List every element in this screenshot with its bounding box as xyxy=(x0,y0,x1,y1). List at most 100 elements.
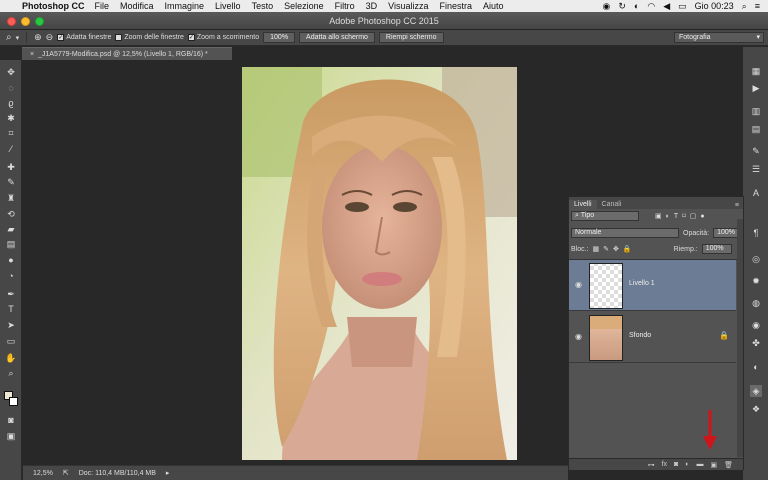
menu-visualizza[interactable]: Visualizza xyxy=(388,1,428,11)
brush-presets-icon[interactable]: ✎ xyxy=(750,145,762,157)
layers-scrollbar[interactable] xyxy=(737,219,743,457)
notification-icon[interactable]: ◐ xyxy=(634,1,639,11)
workspace-select[interactable]: Fotografia ▾ xyxy=(674,32,764,43)
path-selection-tool-icon[interactable]: ➤ xyxy=(5,319,17,331)
sync-icon[interactable]: ↻ xyxy=(618,1,626,12)
menu-file[interactable]: File xyxy=(95,1,110,11)
panel-menu-icon[interactable]: ≡ xyxy=(735,202,743,209)
actions-play-icon[interactable]: ▶ xyxy=(750,82,762,94)
layer-name[interactable]: Sfondo xyxy=(629,332,651,339)
fill-screen-button[interactable]: Riempi schermo xyxy=(378,32,444,43)
quick-selection-tool-icon[interactable]: ✱ xyxy=(5,112,17,124)
menu-modifica[interactable]: Modifica xyxy=(120,1,154,11)
tab-canali[interactable]: Canali xyxy=(597,200,627,209)
clone-source-icon[interactable]: ✤ xyxy=(750,337,762,349)
menu-filtro[interactable]: Filtro xyxy=(335,1,355,11)
layer-row-sfondo[interactable]: ◉ Sfondo 🔒 xyxy=(569,312,736,363)
fit-screen-button[interactable]: Adatta allo schermo xyxy=(299,32,375,43)
volume-icon[interactable]: ◀ xyxy=(663,1,670,12)
rectangle-tool-icon[interactable]: ▭ xyxy=(5,335,17,347)
layer-row-livello-1[interactable]: ◉ Livello 1 xyxy=(569,260,736,311)
info-icon[interactable]: ▥ xyxy=(750,105,762,117)
scrubby-zoom-checkbox[interactable]: ✓ Zoom a scorrimento xyxy=(187,34,259,41)
document-size-info[interactable]: Doc: 110,4 MB/110,4 MB xyxy=(79,470,156,477)
menu-3d[interactable]: 3D xyxy=(366,1,378,11)
blend-mode-select[interactable]: Normale xyxy=(571,228,679,238)
minimize-window-button[interactable] xyxy=(21,17,30,26)
filter-toggle-icon[interactable]: ● xyxy=(700,213,704,220)
zoom-in-icon[interactable]: ⊕ xyxy=(34,32,42,43)
adjustments-icon[interactable]: ▤ xyxy=(750,123,762,135)
character-icon[interactable]: A xyxy=(750,187,762,199)
blur-tool-icon[interactable]: ● xyxy=(5,254,17,266)
quick-mask-icon[interactable]: ◙ xyxy=(5,414,17,426)
layer-name[interactable]: Livello 1 xyxy=(629,280,655,287)
new-layer-icon[interactable]: ▣ xyxy=(710,461,717,469)
lock-transparent-icon[interactable]: ▦ xyxy=(593,245,600,253)
move-tool-icon[interactable]: ✥ xyxy=(5,66,17,78)
clone-stamp-tool-icon[interactable]: ♜ xyxy=(5,192,17,204)
fit-windows-checkbox[interactable]: ✓ Adatta finestre xyxy=(57,34,111,41)
layer-style-fx-icon[interactable]: fx xyxy=(662,461,667,468)
properties-icon[interactable]: ☰ xyxy=(750,163,762,175)
close-tab-icon[interactable]: × xyxy=(30,51,34,58)
link-layers-icon[interactable]: ⊶ xyxy=(648,461,655,469)
delete-layer-icon[interactable]: 🗑 xyxy=(724,461,733,469)
color-icon[interactable]: ◍ xyxy=(750,297,762,309)
crop-tool-icon[interactable]: ⌗ xyxy=(5,127,17,139)
add-mask-icon[interactable]: ◙ xyxy=(674,461,678,468)
marquee-tool-icon[interactable]: ◌ xyxy=(5,82,17,94)
zoom-out-icon[interactable]: ⊖ xyxy=(46,32,54,43)
healing-brush-tool-icon[interactable]: ✚ xyxy=(5,161,17,173)
visibility-eye-icon[interactable]: ◉ xyxy=(575,281,585,289)
channels-icon[interactable]: ❖ xyxy=(750,403,762,415)
eraser-tool-icon[interactable]: ▰ xyxy=(5,223,17,235)
gradient-tool-icon[interactable]: ▤ xyxy=(5,238,17,250)
battery-icon[interactable]: ▭ xyxy=(678,1,687,12)
zoom-level[interactable]: 12,5% xyxy=(33,470,53,477)
share-icon[interactable]: ⇱ xyxy=(63,469,69,477)
swatches-icon[interactable]: ◎ xyxy=(750,253,762,265)
document-tab[interactable]: × _J1A5779-Modifica.psd @ 12,5% (Livello… xyxy=(22,47,232,60)
histogram-icon[interactable]: ▦ xyxy=(750,65,762,77)
filter-smart-object-icon[interactable]: ▢ xyxy=(690,212,697,220)
menu-list-icon[interactable]: ≡ xyxy=(755,1,760,11)
dodge-tool-icon[interactable]: ◔ xyxy=(5,270,17,282)
zoom-window-button[interactable] xyxy=(35,17,44,26)
clock[interactable]: Gio 00:23 xyxy=(695,1,734,11)
eyedropper-tool-icon[interactable]: ⁄ xyxy=(5,143,17,155)
filter-type-icon[interactable]: T xyxy=(674,213,678,220)
zoom-tool-icon[interactable]: ⌕ xyxy=(6,32,12,43)
layers-panel-icon[interactable]: ◈ xyxy=(750,385,762,397)
menu-testo[interactable]: Testo xyxy=(252,1,274,11)
filter-adjustment-icon[interactable]: ◐ xyxy=(666,213,670,220)
hand-tool-icon[interactable]: ✋ xyxy=(5,352,17,364)
type-tool-icon[interactable]: T xyxy=(5,303,17,315)
search-icon[interactable]: ⌕ xyxy=(742,1,747,12)
lasso-tool-icon[interactable]: ϱ xyxy=(5,97,17,109)
menu-aiuto[interactable]: Aiuto xyxy=(483,1,504,11)
app-name-menu[interactable]: Photoshop CC xyxy=(22,1,85,11)
timeline-icon[interactable]: ◐ xyxy=(750,361,762,373)
brush-tool-icon[interactable]: ✎ xyxy=(5,176,17,188)
zoom-all-windows-checkbox[interactable]: Zoom delle finestre xyxy=(115,34,184,41)
tab-livelli[interactable]: Livelli xyxy=(569,200,597,209)
adjustment-layer-icon[interactable]: ◐ xyxy=(685,461,689,468)
filter-shape-icon[interactable]: ⌑ xyxy=(682,212,686,220)
status-menu-chevron-icon[interactable]: ▸ xyxy=(166,469,170,477)
menu-immagine[interactable]: Immagine xyxy=(165,1,205,11)
tool-preset-chevron-icon[interactable]: ▾ xyxy=(16,34,20,42)
menu-livello[interactable]: Livello xyxy=(215,1,241,11)
lock-all-icon[interactable]: 🔒 xyxy=(623,245,632,253)
menu-selezione[interactable]: Selezione xyxy=(284,1,324,11)
styles-icon[interactable]: ✹ xyxy=(750,275,762,287)
history-brush-tool-icon[interactable]: ⟲ xyxy=(5,208,17,220)
paragraph-icon[interactable]: ¶ xyxy=(750,227,762,239)
background-color-swatch[interactable] xyxy=(9,397,18,406)
creative-cloud-icon[interactable]: ◉ xyxy=(603,1,611,12)
fill-input[interactable]: 100% xyxy=(701,244,732,254)
new-group-icon[interactable]: ▬ xyxy=(696,461,703,468)
menu-finestra[interactable]: Finestra xyxy=(439,1,472,11)
close-window-button[interactable] xyxy=(7,17,16,26)
zoom-100-button[interactable]: 100% xyxy=(263,32,296,43)
